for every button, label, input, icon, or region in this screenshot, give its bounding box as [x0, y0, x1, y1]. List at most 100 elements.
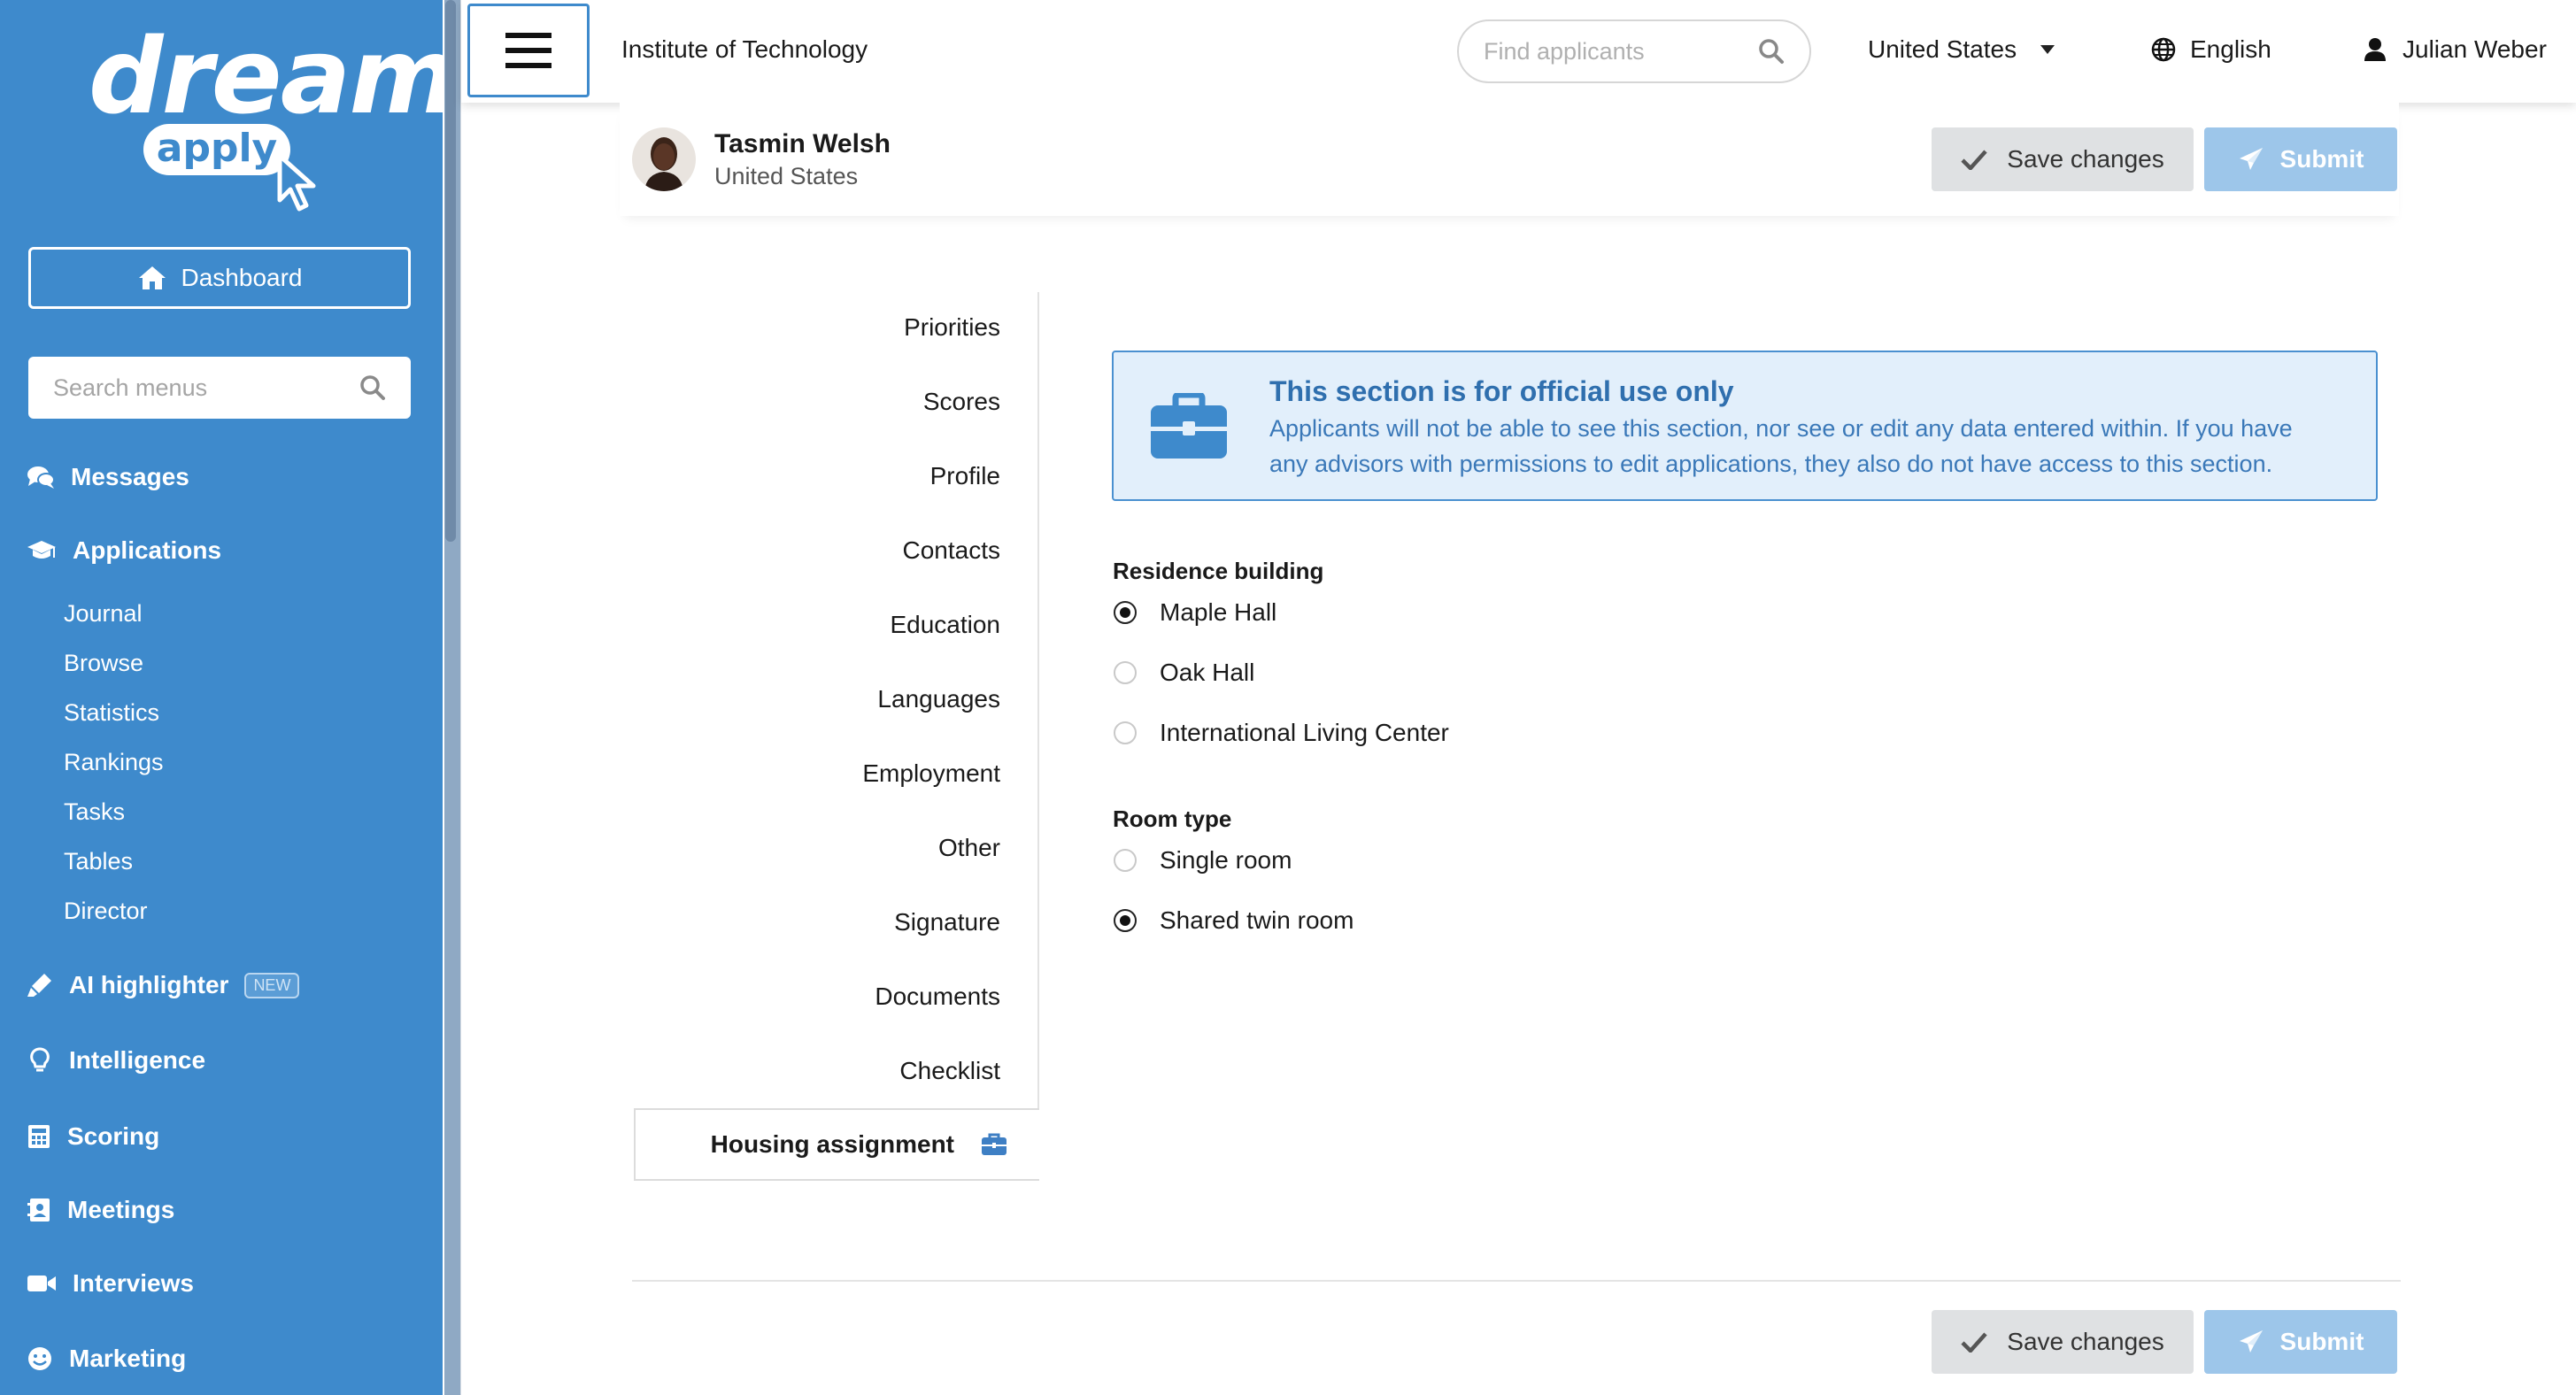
address-book-icon [27, 1198, 50, 1222]
caret-down-icon [2040, 45, 2055, 54]
user-icon [2364, 38, 2386, 61]
radio-shared-twin-room[interactable]: Shared twin room [1114, 906, 1354, 935]
sidebar-subitem-tables[interactable]: Tables [64, 848, 133, 875]
section-nav-contacts[interactable]: Contacts [903, 536, 1001, 565]
sidebar-item-label: Marketing [69, 1345, 187, 1372]
menu-search-placeholder: Search menus [53, 374, 208, 401]
section-nav-profile[interactable]: Profile [930, 462, 1000, 490]
calculator-icon [28, 1125, 50, 1148]
sidebar-item-applications[interactable]: Applications [27, 536, 221, 565]
applicant-country: United States [714, 163, 859, 189]
menu-toggle-button[interactable] [467, 4, 590, 97]
section-nav-checklist[interactable]: Checklist [899, 1057, 1000, 1085]
submit-button-top[interactable]: Submit [2204, 127, 2397, 191]
sidebar: dream apply Dashboard Search menus Messa… [0, 0, 443, 1395]
applicant-avatar [632, 127, 696, 191]
radio-label: Oak Hall [1160, 659, 1255, 686]
highlighter-icon [27, 974, 51, 997]
section-nav-documents[interactable]: Documents [875, 983, 1000, 1011]
sidebar-subitem-tasks[interactable]: Tasks [64, 798, 125, 826]
search-icon [1759, 39, 1784, 64]
briefcase-icon [1151, 393, 1227, 459]
find-applicants-placeholder: Find applicants [1484, 37, 1645, 65]
dreamapply-logo[interactable]: dream apply [89, 14, 443, 212]
cursor-icon [277, 153, 316, 212]
section-nav-housing-assignment[interactable]: Housing assignment [634, 1108, 1039, 1181]
footer-divider [632, 1280, 2401, 1282]
logo-word: dream [89, 15, 443, 137]
graduation-cap-icon [27, 541, 56, 559]
country-dropdown[interactable]: United States [1868, 35, 2055, 64]
applicant-name[interactable]: Tasmin Welsh [714, 129, 891, 159]
sidebar-item-meetings[interactable]: Meetings [27, 1196, 174, 1224]
new-badge: NEW [244, 972, 300, 998]
section-nav-other[interactable]: Other [938, 834, 1000, 862]
institution-name[interactable]: Institute of Technology [621, 35, 868, 64]
sidebar-item-scoring[interactable]: Scoring [27, 1122, 159, 1151]
save-changes-button-top[interactable]: Save changes [1932, 127, 2194, 191]
dashboard-button[interactable]: Dashboard [28, 247, 411, 309]
section-nav-divider [1037, 292, 1039, 1108]
home-icon [138, 266, 166, 289]
language-selector[interactable]: English [2151, 35, 2271, 64]
section-nav-scores[interactable]: Scores [923, 388, 1000, 416]
smile-icon [28, 1347, 51, 1370]
search-icon [360, 375, 385, 400]
sidebar-subitem-director[interactable]: Director [64, 898, 148, 925]
sidebar-subitem-statistics[interactable]: Statistics [64, 699, 159, 727]
sidebar-subitem-journal[interactable]: Journal [64, 600, 143, 628]
section-nav-active-label: Housing assignment [710, 1130, 954, 1158]
lightbulb-icon [30, 1047, 50, 1072]
radio-maple-hall[interactable]: Maple Hall [1114, 598, 1276, 627]
section-nav-languages[interactable]: Languages [877, 685, 1000, 713]
radio-single-room[interactable]: Single room [1114, 846, 1292, 875]
radio-button[interactable] [1114, 721, 1137, 744]
globe-icon [2151, 37, 2176, 62]
radio-label: Single room [1160, 846, 1292, 874]
briefcase-icon [982, 1133, 1006, 1155]
sidebar-item-label: Meetings [67, 1196, 175, 1223]
radio-button[interactable] [1114, 849, 1137, 872]
sidebar-scrollbar-thumb[interactable] [445, 0, 456, 542]
dashboard-label: Dashboard [181, 264, 303, 291]
submit-button-bottom[interactable]: Submit [2204, 1310, 2397, 1374]
find-applicants-input[interactable]: Find applicants [1457, 19, 1811, 83]
radio-button-selected[interactable] [1114, 601, 1137, 624]
section-nav-signature[interactable]: Signature [894, 908, 1000, 936]
section-nav-education[interactable]: Education [890, 611, 1000, 639]
room-type-label: Room type [1113, 805, 1232, 832]
user-menu[interactable]: Julian Weber [2364, 35, 2547, 64]
sidebar-item-intelligence[interactable]: Intelligence [27, 1046, 205, 1075]
sidebar-item-label: AI highlighter [69, 971, 229, 998]
sidebar-item-ai-highlighter[interactable]: AI highlighter NEW [27, 971, 300, 999]
radio-label: Maple Hall [1160, 598, 1277, 626]
radio-oak-hall[interactable]: Oak Hall [1114, 659, 1254, 687]
radio-button[interactable] [1114, 661, 1137, 684]
country-label: United States [1868, 35, 2017, 63]
save-label: Save changes [2007, 145, 2164, 173]
menu-search-input[interactable]: Search menus [28, 357, 411, 419]
radio-label: International Living Center [1160, 719, 1449, 746]
sidebar-item-messages[interactable]: Messages [27, 463, 189, 491]
save-changes-button-bottom[interactable]: Save changes [1932, 1310, 2194, 1374]
save-label: Save changes [2007, 1328, 2164, 1355]
sidebar-subitem-rankings[interactable]: Rankings [64, 749, 164, 776]
sidebar-item-label: Interviews [73, 1269, 194, 1297]
sidebar-subitem-browse[interactable]: Browse [64, 650, 143, 677]
user-name: Julian Weber [2402, 35, 2547, 63]
notice-title: This section is for official use only [1269, 375, 1734, 407]
section-nav-employment[interactable]: Employment [862, 759, 1000, 788]
sidebar-item-interviews[interactable]: Interviews [27, 1269, 194, 1298]
submit-label: Submit [2279, 145, 2364, 173]
radio-international-living-center[interactable]: International Living Center [1114, 719, 1449, 747]
logo-pill: apply [143, 124, 290, 175]
sidebar-item-label: Scoring [67, 1122, 160, 1150]
section-nav-priorities[interactable]: Priorities [904, 313, 1000, 342]
sidebar-divider [460, 0, 461, 1395]
language-label: English [2190, 35, 2271, 63]
hamburger-icon [505, 33, 551, 68]
radio-button-selected[interactable] [1114, 909, 1137, 932]
notice-body: Applicants will not be able to see this … [1269, 415, 2293, 477]
official-use-notice: This section is for official use only Ap… [1112, 351, 2378, 501]
sidebar-item-marketing[interactable]: Marketing [27, 1345, 186, 1373]
